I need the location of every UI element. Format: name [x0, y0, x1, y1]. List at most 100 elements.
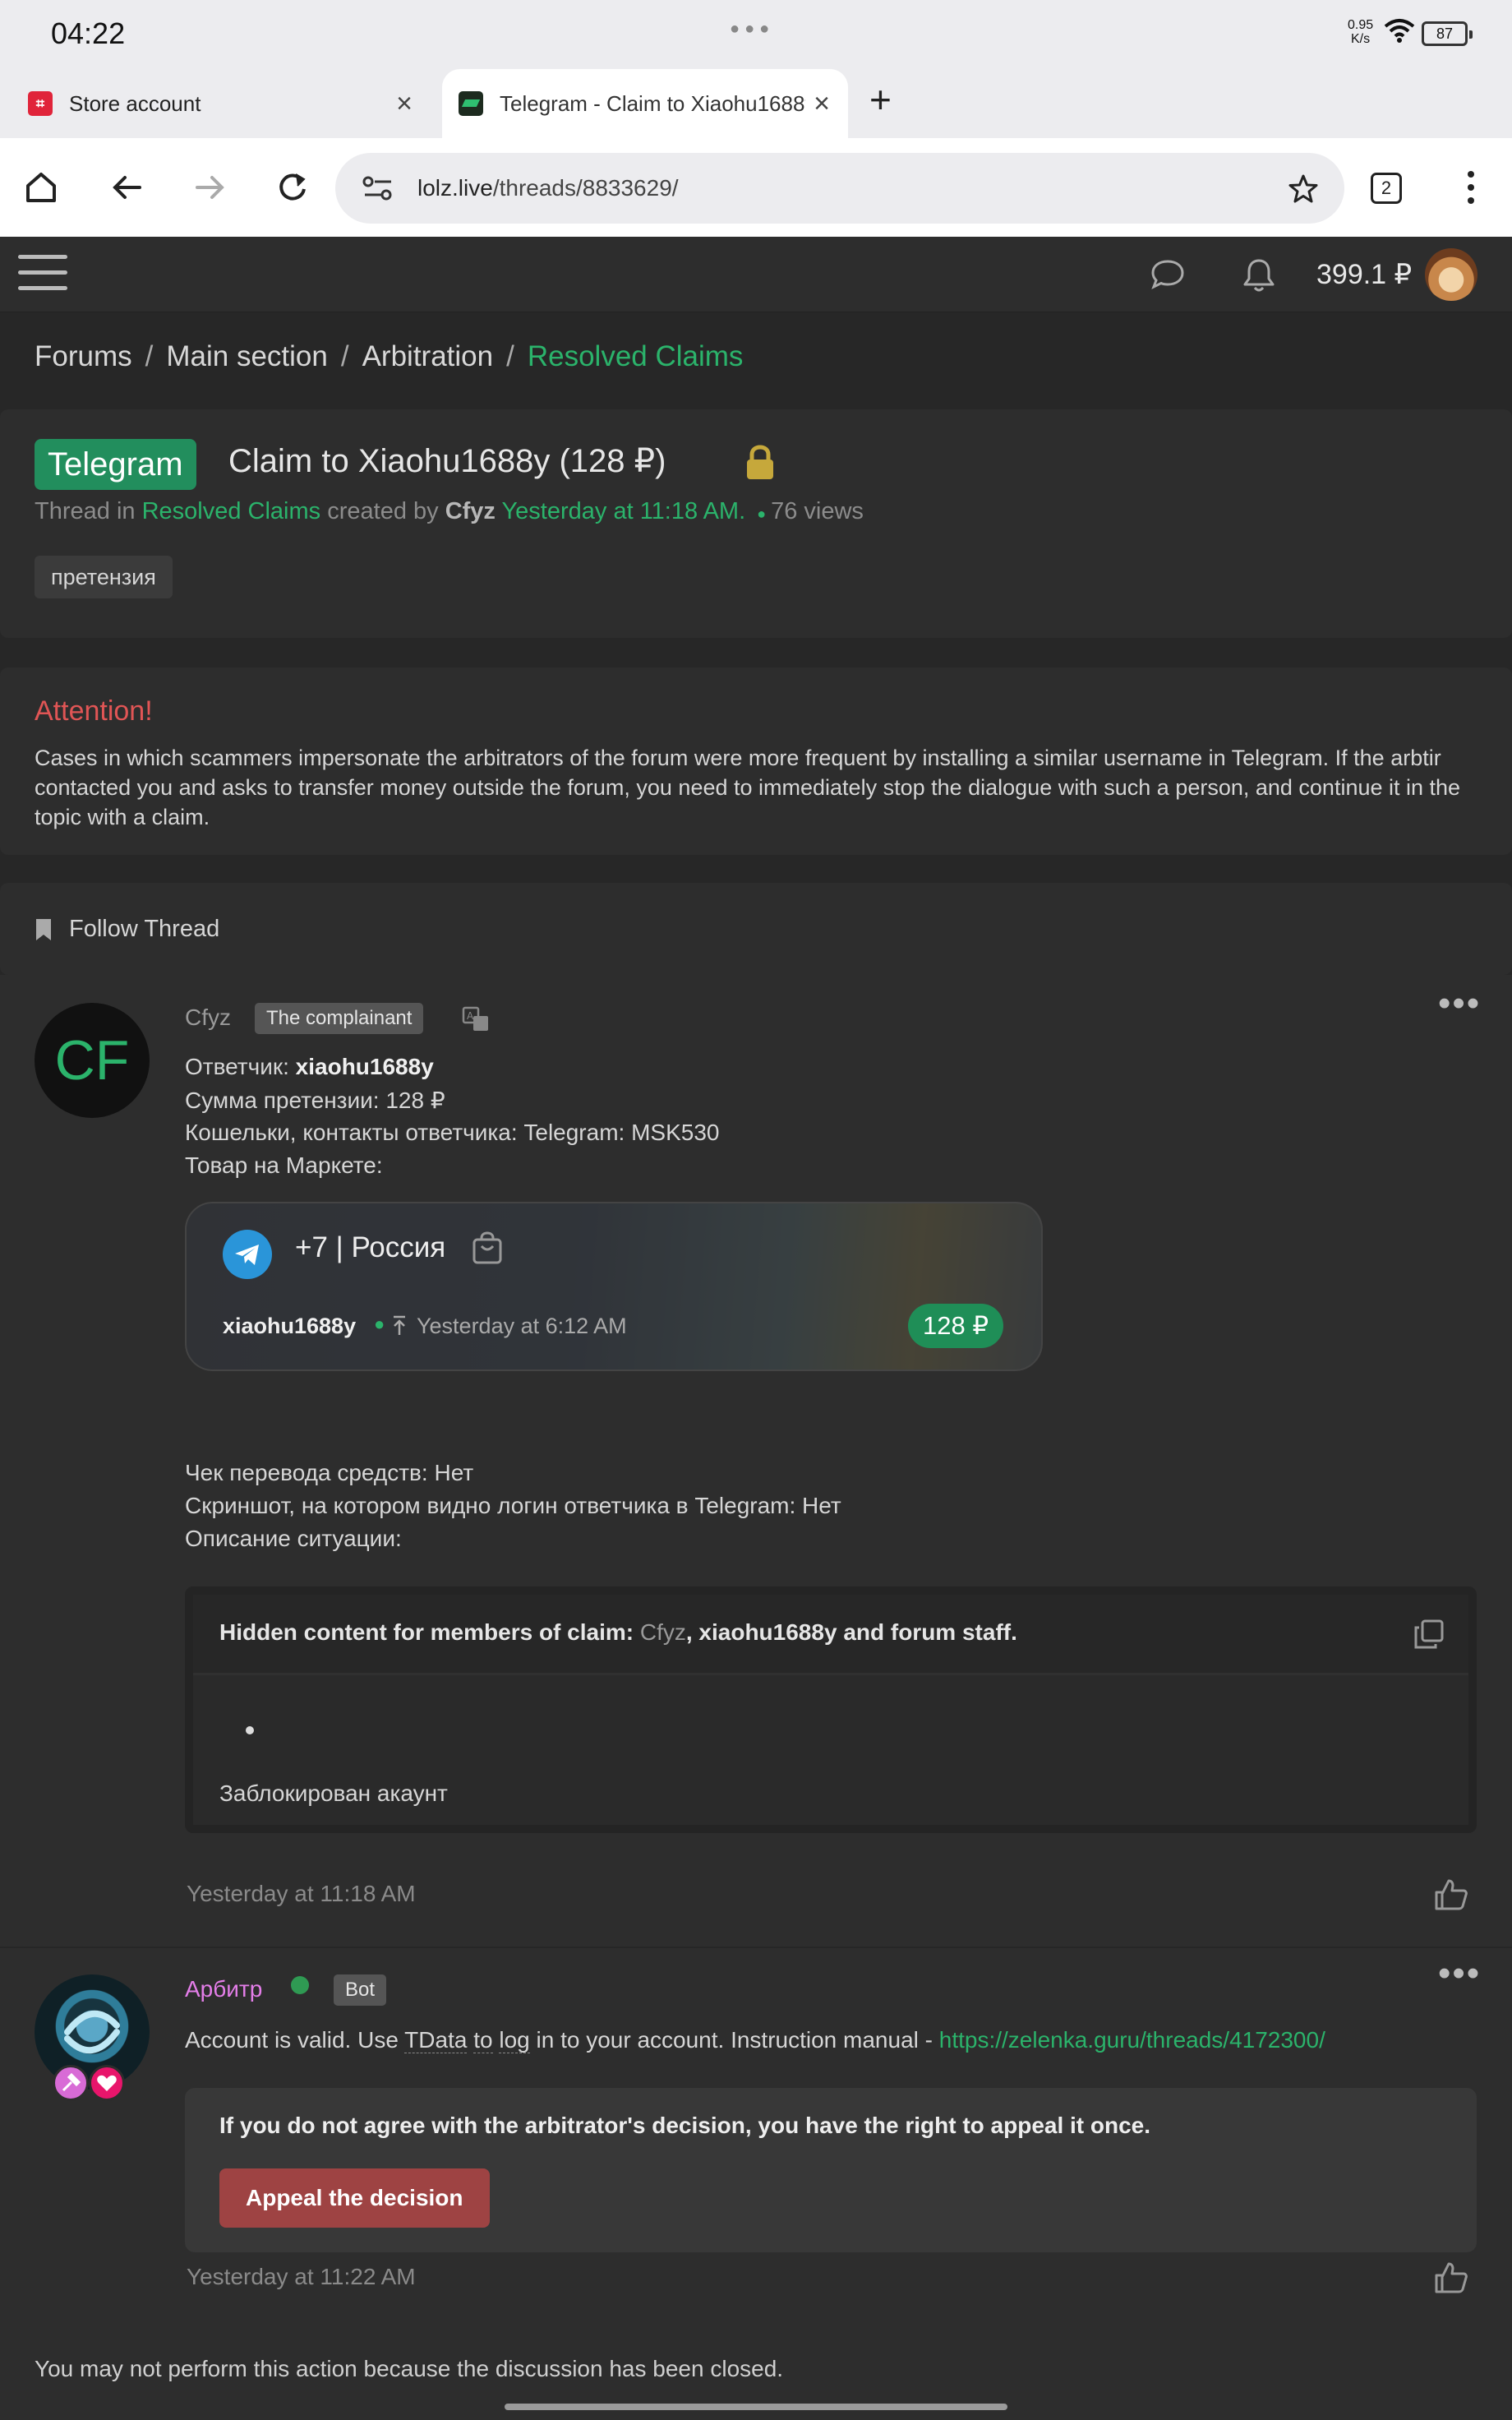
appeal-text: If you do not agree with the arbitrator'… — [219, 2113, 1151, 2138]
post-text: Account is valid. Use TData to log in to… — [185, 2027, 1325, 2053]
post-line-contacts: Кошельки, контакты ответчика: Telegram: … — [185, 1120, 720, 1145]
thread-tag[interactable]: претензия — [35, 556, 173, 598]
store-favicon-icon: ⌗ — [28, 91, 53, 116]
site-settings-icon[interactable] — [362, 174, 394, 202]
market-item-card[interactable]: +7 | Россия xiaohu1688y ● Yesterday at 6… — [185, 1202, 1043, 1371]
gesture-home-bar[interactable] — [505, 2404, 1007, 2410]
post-line-amount: Сумма претензии: 128 ₽ — [185, 1088, 445, 1113]
thread-author-link[interactable]: Cfyz — [445, 498, 496, 524]
market-item-title: +7 | Россия — [295, 1231, 446, 1263]
appeal-decision-button[interactable]: Appeal the decision — [219, 2168, 490, 2228]
view-count: 76 views — [771, 498, 864, 524]
browser-toolbar: lolz.live/threads/8833629/ 2 — [0, 138, 1512, 237]
post-author[interactable]: Cfyz — [185, 1004, 231, 1031]
breadcrumb-resolved-claims[interactable]: Resolved Claims — [528, 340, 744, 372]
breadcrumb-main-section[interactable]: Main section — [166, 340, 327, 372]
hidden-user-link[interactable]: Cfyz — [640, 1619, 686, 1645]
appeal-notice: If you do not agree with the arbitrator'… — [185, 2088, 1477, 2252]
post-date[interactable]: Yesterday at 11:18 AM — [187, 1881, 416, 1907]
wifi-icon — [1384, 19, 1415, 43]
copy-icon[interactable] — [1414, 1619, 1444, 1649]
user-avatar[interactable] — [1425, 248, 1477, 301]
thread-date[interactable]: Yesterday at 11:18 AM. — [501, 498, 745, 524]
url-text[interactable]: lolz.live/threads/8833629/ — [417, 175, 679, 201]
instruction-link[interactable]: https://zelenka.guru/threads/4172300/ — [939, 2027, 1325, 2053]
meta-dot: ● — [757, 506, 767, 522]
post-line-receipt: Чек перевода средств: Нет — [185, 1460, 474, 1485]
post-line-market: Товар на Маркете: — [185, 1152, 383, 1178]
tab-telegram-claim[interactable]: Telegram - Claim to Xiaohu1688y × — [442, 69, 848, 138]
list-bullet — [246, 1726, 254, 1734]
follow-thread-button[interactable]: Follow Thread — [35, 916, 219, 943]
attention-notice: Attention! Cases in which scammers imper… — [0, 667, 1512, 855]
moderator-hammer-icon — [53, 2065, 89, 2101]
tab-store-account[interactable]: ⌗ Store account × — [28, 69, 431, 138]
multitask-dots-icon[interactable]: ●●● — [730, 20, 774, 39]
address-bar[interactable]: lolz.live/threads/8833629/ — [335, 153, 1344, 224]
heart-icon — [89, 2065, 125, 2101]
hidden-content-box: Hidden content for members of claim: Cfy… — [185, 1586, 1477, 1833]
complainant-badge: The complainant — [255, 1003, 424, 1034]
back-icon[interactable] — [104, 164, 150, 210]
thread-forum-link[interactable]: Resolved Claims — [142, 498, 321, 524]
browser-menu-icon[interactable] — [1448, 164, 1494, 210]
breadcrumb-forums[interactable]: Forums — [35, 340, 132, 372]
post-line-description: Описание ситуации: — [185, 1526, 402, 1551]
market-item-price: 128 ₽ — [908, 1304, 1004, 1348]
conversations-icon[interactable] — [1149, 256, 1187, 293]
notifications-bell-icon[interactable] — [1241, 256, 1277, 294]
term-log[interactable]: log — [499, 2027, 530, 2053]
like-icon[interactable] — [1433, 1876, 1469, 1912]
browser-tab-strip: ⌗ Store account × Telegram - Claim to Xi… — [0, 69, 1512, 138]
breadcrumb: Forums / Main section / Arbitration / Resolved… — [35, 340, 743, 373]
translate-icon[interactable]: A — [462, 1006, 491, 1032]
post-author[interactable]: Арбитр — [185, 1976, 262, 2002]
attention-title: Attention! — [35, 695, 153, 727]
svg-text:A: A — [467, 1010, 474, 1022]
thread-actions-bar: Follow Thread — [0, 883, 1512, 975]
post-date[interactable]: Yesterday at 11:22 AM — [187, 2264, 416, 2290]
market-seller[interactable]: xiaohu1688y — [223, 1314, 356, 1339]
hidden-content-header: Hidden content for members of claim: Cfy… — [193, 1595, 1468, 1675]
home-icon[interactable] — [18, 164, 64, 210]
battery-icon: 87 — [1422, 21, 1473, 46]
breadcrumb-separator: / — [506, 340, 514, 372]
forward-icon[interactable] — [187, 164, 233, 210]
hidden-content-title: Hidden content for members of claim: Cfy… — [219, 1619, 1017, 1645]
term-tdata[interactable]: TData — [404, 2027, 468, 2053]
post-divider — [0, 1947, 1512, 1948]
thread-meta: Thread in Resolved Claims created by Cfy… — [35, 498, 864, 524]
like-icon[interactable] — [1433, 2259, 1469, 2295]
post-menu-icon[interactable]: ••• — [1438, 1953, 1481, 1994]
bookmark-icon — [36, 918, 51, 940]
hidden-user-link[interactable]: xiaohu1688y — [698, 1619, 837, 1645]
post-line-screenshot: Скриншот, на котором видно логин ответчи… — [185, 1493, 841, 1518]
meta-dot: ● — [374, 1314, 385, 1334]
online-status-dot — [291, 1976, 309, 1994]
posts-list: CF Cfyz The complainant A ••• Ответчик: … — [0, 975, 1512, 2420]
account-balance[interactable]: 399.1 ₽ — [1316, 258, 1412, 291]
network-speed: 0.95 K/s — [1348, 18, 1374, 46]
thread-header: Telegram Claim to Xiaohu1688y (128 ₽) Th… — [0, 409, 1512, 638]
shopping-bag-icon — [472, 1231, 502, 1264]
bookmark-star-icon[interactable] — [1287, 173, 1320, 206]
clock: 04:22 — [51, 16, 126, 50]
upload-arrow-icon — [394, 1315, 405, 1335]
new-tab-icon[interactable]: + — [869, 77, 892, 122]
hidden-content-text: Заблокирован акаунт — [219, 1780, 448, 1806]
reload-icon[interactable] — [270, 164, 316, 210]
lock-icon — [747, 445, 773, 479]
close-tab-icon[interactable]: × — [805, 88, 838, 120]
tab-title: Store account — [69, 90, 201, 116]
tab-switcher-button[interactable]: 2 — [1371, 173, 1402, 204]
site-header: 399.1 ₽ — [0, 237, 1512, 312]
breadcrumb-arbitration[interactable]: Arbitration — [362, 340, 494, 372]
close-tab-icon[interactable]: × — [388, 88, 421, 120]
breadcrumb-separator: / — [145, 340, 154, 372]
term-to[interactable]: to — [473, 2027, 493, 2053]
hamburger-menu-icon[interactable] — [18, 255, 67, 296]
post-menu-icon[interactable]: ••• — [1438, 983, 1481, 1024]
thread-prefix-badge[interactable]: Telegram — [35, 439, 196, 490]
market-item-time: Yesterday at 6:12 AM — [417, 1314, 627, 1338]
avatar[interactable]: CF — [35, 1003, 150, 1118]
